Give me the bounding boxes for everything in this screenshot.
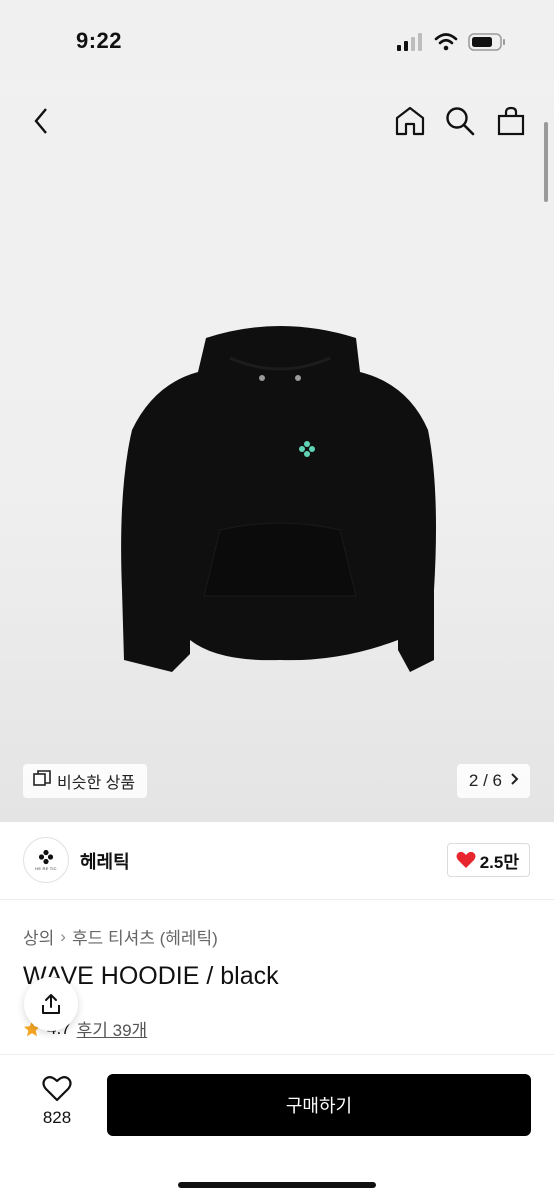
heart-icon: [456, 851, 476, 868]
brand-logo[interactable]: HE RE TIC: [23, 837, 69, 883]
back-button[interactable]: [16, 96, 66, 146]
similar-products-label: 비슷한 상품: [57, 775, 136, 792]
wishlist-button[interactable]: 828: [30, 1075, 84, 1128]
cart-button[interactable]: [486, 96, 536, 146]
brand-row[interactable]: HE RE TIC 헤레틱 2.5만: [0, 822, 554, 900]
image-counter-label: 2 / 6: [468, 771, 502, 790]
heart-outline-icon: [42, 1075, 72, 1102]
review-count-link[interactable]: 후기 39개: [77, 1016, 148, 1041]
brand-like-button[interactable]: 2.5만: [446, 843, 530, 877]
share-icon: [42, 994, 60, 1014]
bag-icon: [497, 106, 525, 136]
top-navigation: [0, 96, 554, 146]
brand-logo-mark: [38, 849, 54, 865]
search-icon: [446, 107, 475, 136]
bottom-action-bar: 828 구매하기: [0, 1054, 554, 1200]
scrollbar[interactable]: [544, 122, 548, 202]
product-image-hoodie: [121, 326, 436, 672]
breadcrumb-category[interactable]: 상의: [23, 924, 54, 949]
battery-icon: [468, 33, 505, 51]
image-counter[interactable]: 2 / 6: [456, 764, 530, 798]
signal-icon: [397, 33, 422, 51]
brand-like-count: 2.5만: [479, 852, 519, 872]
breadcrumb: 상의 › 후드 티셔츠 (헤레틱): [23, 924, 218, 949]
wishlist-count: 828: [42, 1108, 72, 1127]
status-time: 9:22: [76, 28, 123, 53]
similar-products-button[interactable]: 비슷한 상품: [23, 764, 148, 798]
home-indicator: [178, 1182, 376, 1188]
breadcrumb-subcategory[interactable]: 후드 티셔츠 (헤레틱): [72, 924, 218, 949]
home-button[interactable]: [385, 96, 435, 146]
brand-name[interactable]: 헤레틱: [80, 848, 130, 874]
similar-icon: [33, 769, 51, 793]
wifi-icon: [434, 33, 458, 51]
home-icon: [395, 106, 425, 136]
share-button[interactable]: [24, 977, 78, 1031]
breadcrumb-separator: ›: [60, 926, 66, 946]
search-button[interactable]: [435, 96, 485, 146]
back-icon: [34, 108, 47, 134]
buy-button[interactable]: 구매하기: [107, 1074, 531, 1136]
brand-logo-text: HE RE TIC: [35, 866, 57, 871]
status-bar: 9:22: [0, 0, 554, 80]
chevron-right-icon: [510, 771, 520, 791]
